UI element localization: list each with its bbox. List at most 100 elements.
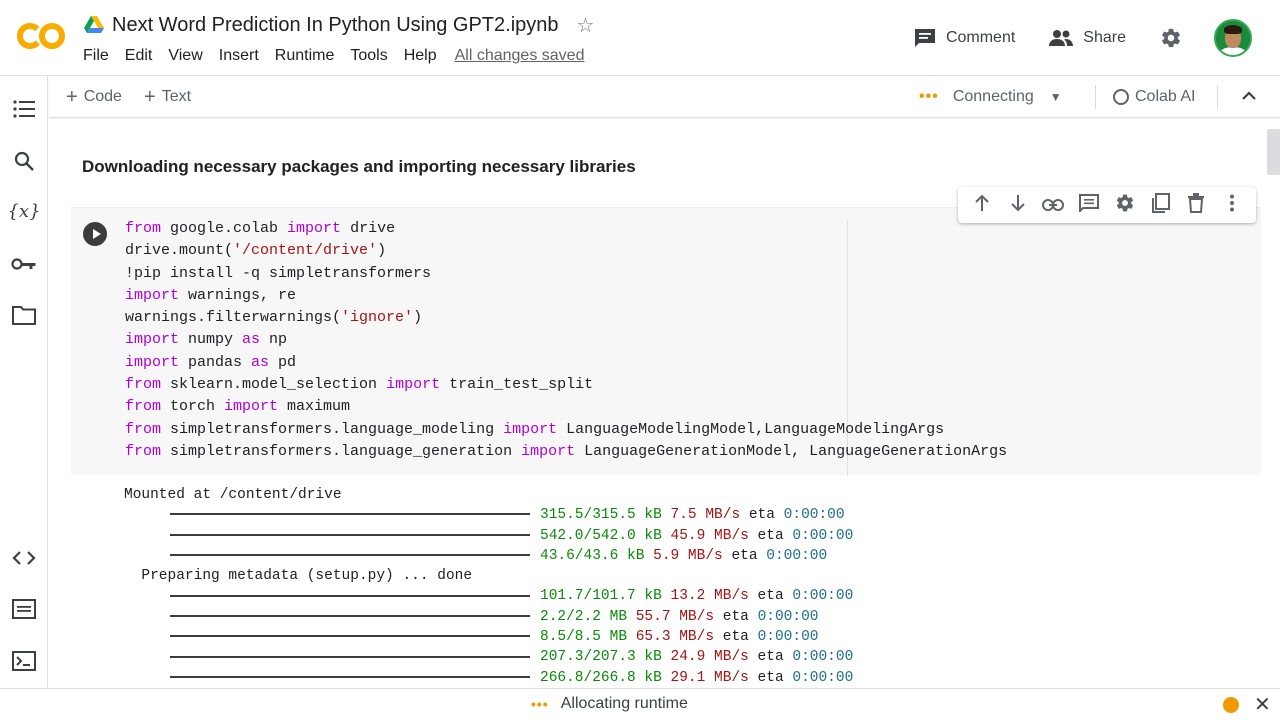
add-text-label: Text bbox=[161, 88, 192, 105]
menu-runtime[interactable]: Runtime bbox=[275, 47, 335, 65]
code-token: torch bbox=[161, 398, 225, 416]
table-of-contents-icon[interactable] bbox=[11, 96, 37, 122]
code-snippets-icon[interactable] bbox=[11, 545, 37, 571]
search-icon[interactable] bbox=[11, 148, 37, 174]
menu-edit[interactable]: Edit bbox=[125, 47, 153, 65]
download-eta: 0:00:00 bbox=[792, 588, 854, 605]
variables-icon[interactable]: {x} bbox=[7, 198, 40, 224]
menu-help[interactable]: Help bbox=[404, 47, 437, 65]
comment-icon[interactable] bbox=[1077, 193, 1101, 217]
code-token: import bbox=[287, 220, 342, 237]
code-token: train_test_split bbox=[440, 376, 594, 394]
code-editor[interactable]: from google.colab import drive drive.moun… bbox=[125, 218, 1007, 463]
code-token: maximum bbox=[278, 398, 351, 416]
download-eta: 0:00:00 bbox=[792, 669, 854, 686]
link-icon[interactable] bbox=[1041, 195, 1065, 216]
code-cell[interactable]: from google.colab import drive drive.moun… bbox=[71, 207, 1261, 476]
toolbar-divider bbox=[1217, 85, 1218, 109]
download-size: 101.7/101.7 kB bbox=[540, 588, 662, 605]
download-progress-line: 315.5/315.5 kB 7.5 MB/s eta 0:00:00 bbox=[124, 505, 853, 525]
command-palette-icon[interactable] bbox=[11, 596, 37, 622]
star-icon[interactable]: ☆ bbox=[577, 13, 595, 38]
dropdown-caret-icon[interactable]: ▼ bbox=[1050, 90, 1062, 104]
progress-bar bbox=[170, 594, 530, 597]
settings-button[interactable] bbox=[1160, 27, 1192, 49]
colab-logo[interactable] bbox=[16, 18, 68, 54]
more-vert-icon[interactable] bbox=[1220, 194, 1244, 217]
mirror-cell-icon[interactable] bbox=[1149, 192, 1173, 218]
allocating-label: Allocating runtime bbox=[560, 695, 688, 712]
move-up-icon[interactable] bbox=[970, 194, 994, 217]
scrollbar-track[interactable] bbox=[1267, 119, 1280, 688]
code-token: simpletransformers.language_generation bbox=[161, 442, 522, 460]
gear-icon[interactable] bbox=[1113, 193, 1137, 218]
people-icon bbox=[1049, 30, 1074, 46]
menu-bar: File Edit View Insert Runtime Tools Help… bbox=[83, 47, 600, 65]
code-line: from torch import maximum bbox=[125, 396, 1007, 418]
notebook-title[interactable]: Next Word Prediction In Python Using GPT… bbox=[112, 14, 559, 37]
code-token: import bbox=[224, 398, 279, 416]
code-token: from bbox=[125, 376, 162, 394]
menu-view[interactable]: View bbox=[168, 47, 202, 65]
code-token: as bbox=[251, 353, 270, 371]
key-icon[interactable] bbox=[11, 251, 37, 277]
toolbar-divider bbox=[1095, 85, 1096, 109]
code-token: pandas bbox=[179, 353, 252, 371]
download-speed: 45.9 MB/s bbox=[670, 527, 749, 544]
download-eta: 0:00:00 bbox=[783, 507, 845, 524]
code-token: 'ignore' bbox=[341, 309, 414, 327]
progress-bar bbox=[170, 675, 530, 678]
download-size: 315.5/315.5 kB bbox=[540, 507, 662, 524]
code-token: !pip install -q simpletransformers bbox=[125, 264, 432, 282]
add-code-button[interactable]: + Code bbox=[66, 86, 122, 108]
colab-ai-button[interactable]: Colab AI bbox=[1113, 88, 1195, 106]
menu-file[interactable]: File bbox=[83, 47, 109, 65]
plus-icon: + bbox=[66, 86, 78, 108]
code-token: ) bbox=[377, 242, 387, 260]
run-cell-button[interactable] bbox=[83, 222, 107, 246]
loading-dots-icon: ••• bbox=[531, 696, 549, 712]
progress-bar bbox=[170, 655, 530, 658]
comment-button[interactable]: Comment bbox=[914, 28, 1015, 48]
download-progress-line: 2.2/2.2 MB 55.7 MB/s eta 0:00:00 bbox=[124, 607, 853, 627]
download-speed: 7.5 MB/s bbox=[670, 507, 741, 524]
comment-label: Comment bbox=[945, 29, 1016, 46]
saved-status-link[interactable]: All changes saved bbox=[455, 47, 585, 65]
terminal-icon[interactable] bbox=[11, 648, 37, 674]
colab-ai-label: Colab AI bbox=[1135, 88, 1196, 105]
share-button[interactable]: Share bbox=[1049, 29, 1126, 47]
progress-bar bbox=[170, 554, 530, 557]
delete-icon[interactable] bbox=[1184, 192, 1208, 218]
close-icon[interactable]: ✕ bbox=[1254, 692, 1271, 717]
add-text-button[interactable]: + Text bbox=[144, 86, 192, 108]
code-token: sklearn.model_selection bbox=[161, 376, 387, 394]
notebook-toolbar: + Code + Text ••• Connecting ▼ Colab AI bbox=[49, 76, 1280, 118]
code-line: warnings.filterwarnings('ignore') bbox=[125, 307, 1007, 329]
connect-button[interactable]: ••• Connecting ▼ bbox=[919, 88, 1062, 106]
code-token: import bbox=[503, 420, 558, 438]
download-speed: 55.7 MB/s bbox=[635, 608, 715, 625]
add-code-label: Code bbox=[83, 88, 122, 105]
folder-icon[interactable] bbox=[11, 302, 37, 328]
progress-bar bbox=[170, 635, 530, 638]
menu-tools[interactable]: Tools bbox=[350, 47, 387, 65]
move-down-icon[interactable] bbox=[1006, 194, 1030, 217]
scrollbar-thumb[interactable] bbox=[1267, 129, 1280, 175]
google-drive-icon[interactable] bbox=[84, 16, 104, 34]
collapse-chevron-up-icon[interactable] bbox=[1239, 86, 1259, 106]
download-size: 542.0/542.0 kB bbox=[540, 527, 662, 544]
colab-ai-icon bbox=[1113, 89, 1129, 105]
menu-insert[interactable]: Insert bbox=[219, 47, 259, 65]
comment-icon bbox=[914, 29, 935, 47]
download-progress-line: 8.5/8.5 MB 65.3 MB/s eta 0:00:00 bbox=[124, 627, 853, 647]
download-progress-line: 43.6/43.6 kB 5.9 MB/s eta 0:00:00 bbox=[124, 546, 853, 566]
mounted-message: Mounted at /content/drive bbox=[124, 487, 342, 503]
code-line: import pandas as pd bbox=[125, 352, 1007, 374]
download-progress-line: 266.8/266.8 kB 29.1 MB/s eta 0:00:00 bbox=[124, 668, 853, 688]
download-speed: 5.9 MB/s bbox=[653, 547, 723, 564]
plus-icon: + bbox=[144, 86, 156, 108]
download-speed: 13.2 MB/s bbox=[670, 588, 749, 605]
code-token: ) bbox=[413, 309, 423, 327]
user-avatar[interactable] bbox=[1214, 19, 1252, 57]
code-token: np bbox=[260, 331, 288, 349]
